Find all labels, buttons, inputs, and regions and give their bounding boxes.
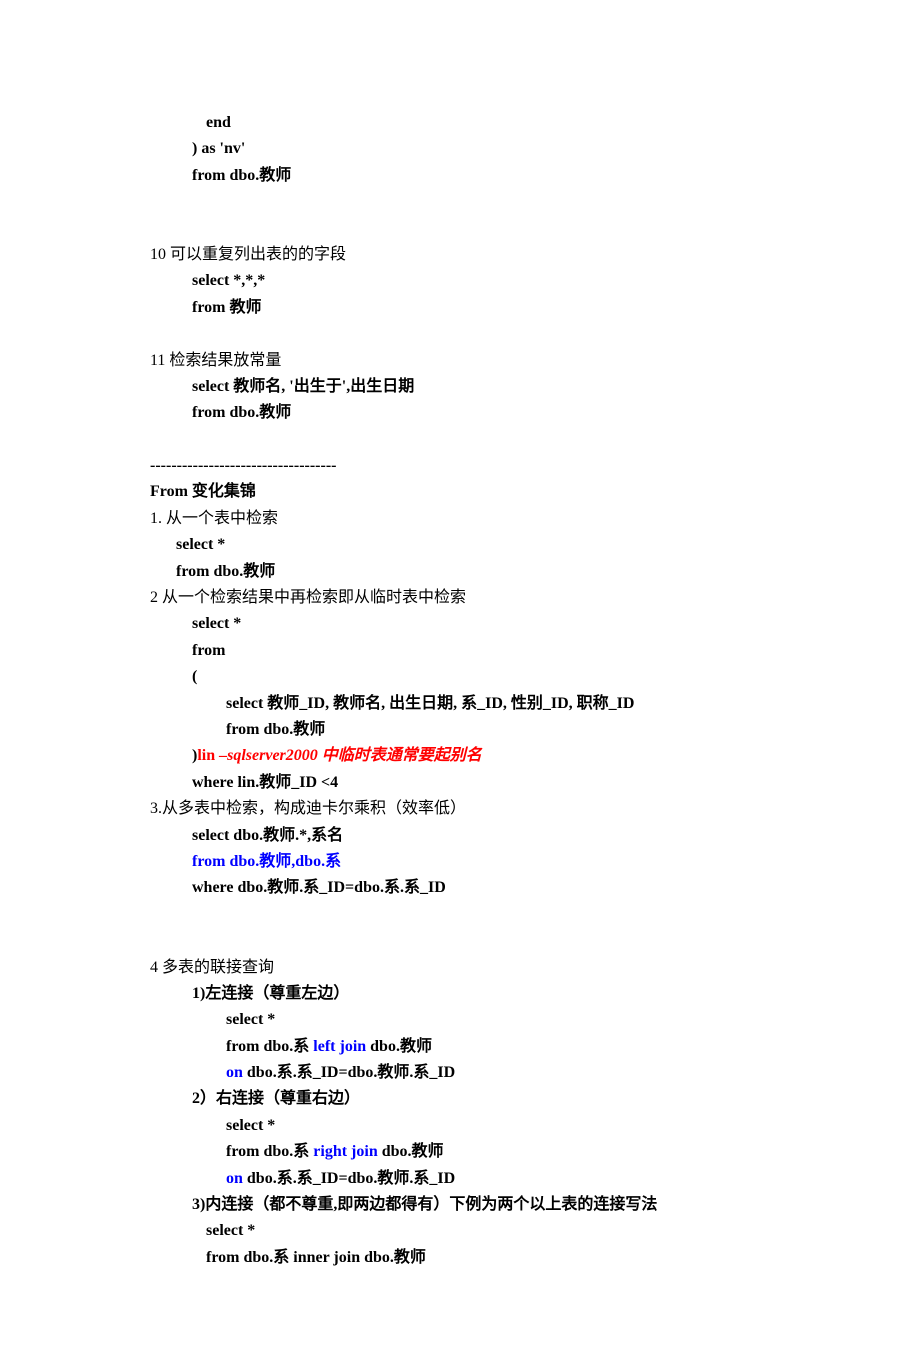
sql-keyword-on: on (226, 1170, 243, 1187)
text-line: from dbo.教师 (150, 163, 770, 189)
text-line: select * (150, 611, 770, 637)
blank-line (150, 216, 770, 242)
text-line: 10 可以重复列出表的的字段 (150, 242, 770, 268)
sql-comment: –sqlserver2000 中临时表通常要起别名 (219, 747, 482, 764)
text-line: 1)左连接（尊重左边） (150, 981, 770, 1007)
text-line: 3)内连接（都不尊重,即两边都得有）下例为两个以上表的连接写法 (150, 1192, 770, 1218)
sql-keyword-rightjoin: right join (313, 1143, 377, 1160)
text-line: from dbo.系 inner join dbo.教师 (150, 1245, 770, 1271)
sql-from: from dbo.系 (226, 1143, 313, 1160)
text-line: 4 多表的联接查询 (150, 955, 770, 981)
text-line: from 教师 (150, 295, 770, 321)
alias-name: lin (197, 747, 219, 764)
text-line: ( (150, 664, 770, 690)
blank-line (150, 902, 770, 928)
text-line: )lin –sqlserver2000 中临时表通常要起别名 (150, 743, 770, 769)
sql-table: dbo.教师 (378, 1143, 444, 1160)
text-line: from dbo.教师 (150, 559, 770, 585)
text-line: from dbo.教师,dbo.系 (150, 849, 770, 875)
text-line: from dbo.教师 (150, 400, 770, 426)
text-line: 2）右连接（尊重右边） (150, 1086, 770, 1112)
text-line: select * (150, 1218, 770, 1244)
text-line: on dbo.系.系_ID=dbo.教师.系_ID (150, 1166, 770, 1192)
text-line: 1. 从一个表中检索 (150, 506, 770, 532)
text-line: ) as 'nv' (150, 136, 770, 162)
text-line: on dbo.系.系_ID=dbo.教师.系_ID (150, 1060, 770, 1086)
text-line: where lin.教师_ID <4 (150, 770, 770, 796)
sql-from: from dbo.系 (226, 1038, 313, 1055)
text-line: select *,*,* (150, 268, 770, 294)
text-line: from dbo.教师 (150, 717, 770, 743)
text-line: from dbo.系 right join dbo.教师 (150, 1139, 770, 1165)
text-line: ----------------------------------- (150, 453, 770, 479)
text-line: 2 从一个检索结果中再检索即从临时表中检索 (150, 585, 770, 611)
blank-line (150, 321, 770, 347)
text-line: 3.从多表中检索，构成迪卡尔乘积（效率低） (150, 796, 770, 822)
sql-table: dbo.教师 (366, 1038, 432, 1055)
blank-line (150, 928, 770, 954)
section-title: From 变化集锦 (150, 479, 770, 505)
blank-line (150, 189, 770, 215)
text-line: select * (150, 532, 770, 558)
text-line: where dbo.教师.系_ID=dbo.系.系_ID (150, 875, 770, 901)
text-line: end (150, 110, 770, 136)
text-line: select 教师_ID, 教师名, 出生日期, 系_ID, 性别_ID, 职称… (150, 691, 770, 717)
text-line: select * (150, 1007, 770, 1033)
text-line: 11 检索结果放常量 (150, 348, 770, 374)
text-line: select * (150, 1113, 770, 1139)
blank-line (150, 427, 770, 453)
sql-keyword-on: on (226, 1064, 243, 1081)
text-line: select 教师名, '出生于',出生日期 (150, 374, 770, 400)
sql-condition: dbo.系.系_ID=dbo.教师.系_ID (243, 1064, 455, 1081)
sql-condition: dbo.系.系_ID=dbo.教师.系_ID (243, 1170, 455, 1187)
text-line: from dbo.系 left join dbo.教师 (150, 1034, 770, 1060)
text-line: from (150, 638, 770, 664)
sql-keyword-leftjoin: left join (313, 1038, 366, 1055)
document-page: end ) as 'nv' from dbo.教师 10 可以重复列出表的的字段… (0, 0, 920, 1361)
text-line: select dbo.教师.*,系名 (150, 823, 770, 849)
